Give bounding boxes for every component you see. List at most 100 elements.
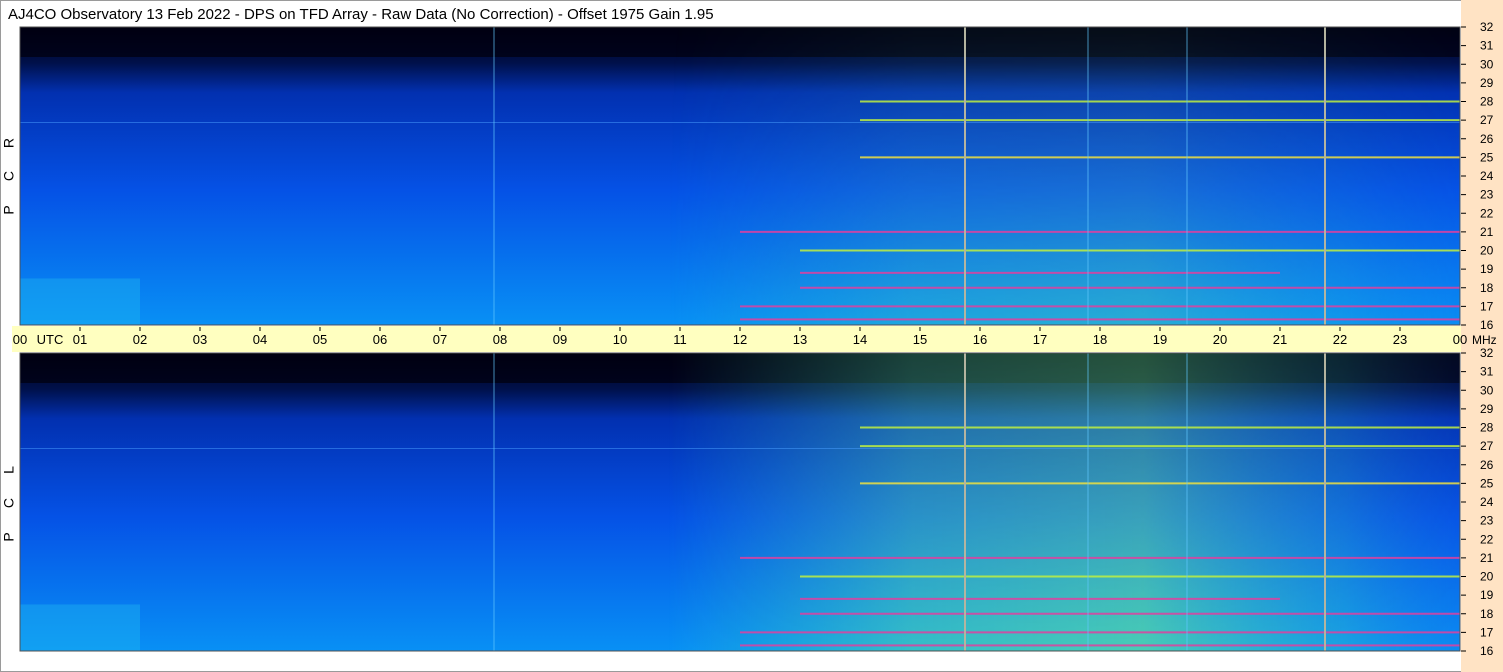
frequency-tick-label: 30 [1480,383,1494,397]
interference-line [1087,353,1089,651]
panel-label-letter: P [1,532,17,541]
time-tick-label: 10 [613,332,627,347]
frequency-tick-label: 17 [1480,299,1494,313]
time-tick-label: 04 [253,332,267,347]
band-16.3-mhz [740,318,1460,321]
vertical-marker [964,27,966,325]
frequency-tick-label: 32 [1480,20,1494,34]
panel-label-letter: L [1,466,17,474]
frequency-tick-label: 27 [1480,439,1494,453]
panel-label-letter: C [1,171,17,181]
interference-line [1186,353,1188,651]
early-glow [20,604,140,651]
band-27-faint [20,121,1460,123]
time-tick-label: 07 [433,332,447,347]
time-tick-label: 20 [1213,332,1227,347]
time-tick-label: 11 [673,332,687,347]
time-tick-label: 18 [1093,332,1107,347]
time-tick-label: 19 [1153,332,1167,347]
band-18.8-mhz [800,597,1280,600]
frequency-tick-label: 21 [1480,225,1494,239]
band-21-mhz [740,230,1460,233]
frequency-tick-label: 30 [1480,57,1494,71]
time-tick-label: 22 [1333,332,1347,347]
frequency-tick-label: 22 [1480,206,1494,220]
time-tick-label: 15 [913,332,927,347]
interference-line [493,353,495,651]
frequency-tick-label: 28 [1480,421,1494,435]
frequency-tick-label: 16 [1480,644,1494,658]
time-tick-label: 06 [373,332,387,347]
time-tick-label: 23 [1393,332,1407,347]
band-18.8-mhz [800,271,1280,274]
frequency-tick-label: 24 [1480,495,1494,509]
frequency-tick-label: 19 [1480,262,1494,276]
band-18-mhz [800,286,1460,289]
vertical-marker [1324,353,1326,651]
spectrogram-chart: AJ4CO Observatory 13 Feb 2022 - DPS on T… [0,0,1503,672]
time-tick-label: 16 [973,332,987,347]
band-16.3-mhz [740,644,1460,647]
band-20-mhz [800,249,1460,252]
frequency-tick-label: 20 [1480,244,1494,258]
frequency-tick-label: 23 [1480,514,1494,528]
time-tick-label: 14 [853,332,867,347]
panel-label-letter: C [1,498,17,508]
band-25-mhz [860,156,1460,159]
frequency-tick-label: 26 [1480,132,1494,146]
frequency-tick-label: 20 [1480,570,1494,584]
time-tick-label: 09 [553,332,567,347]
interference-line [1186,27,1188,325]
frequency-tick-label: 28 [1480,95,1494,109]
band-27-faint [20,447,1460,449]
panel-label-letter: P [1,205,17,214]
frequency-tick-label: 25 [1480,476,1494,490]
frequency-tick-label: 32 [1480,346,1494,360]
interference-line [1087,27,1089,325]
spectrogram-panel-2 [19,352,1461,652]
frequency-tick-label: 29 [1480,76,1494,90]
frequency-tick-label: 26 [1480,458,1494,472]
interference-line [493,27,495,325]
time-tick-label: 00 [13,332,27,347]
frequency-tick-label: 16 [1480,318,1494,332]
frequency-tick-label: 22 [1480,532,1494,546]
time-tick-label: 00 [1453,332,1467,347]
frequency-unit-label: MHz [1472,333,1497,347]
frequency-tick-label: 23 [1480,188,1494,202]
time-tick-label: 17 [1033,332,1047,347]
vertical-marker [1324,27,1326,325]
time-tick-label: 05 [313,332,327,347]
band-20-mhz [800,575,1460,578]
band-18-mhz [800,612,1460,615]
time-tick-label: 02 [133,332,147,347]
band-17-mhz [740,305,1460,308]
frequency-tick-label: 27 [1480,113,1494,127]
frequency-tick-label: 31 [1480,365,1494,379]
frequency-tick-label: 18 [1480,281,1494,295]
time-tick-label: 01 [73,332,87,347]
frequency-tick-label: 17 [1480,625,1494,639]
frequency-tick-label: 29 [1480,402,1494,416]
frequency-tick-label: 18 [1480,607,1494,621]
band-27-mhz [860,119,1460,122]
daytime-glow [20,353,1460,651]
spectrogram-panel-1 [19,26,1461,326]
early-glow [20,278,140,325]
vertical-marker [964,353,966,651]
band-25-mhz [860,482,1460,485]
time-tick-label: 08 [493,332,507,347]
band-28-mhz [860,426,1460,429]
time-tick-label: 13 [793,332,807,347]
frequency-tick-label: 24 [1480,169,1494,183]
time-tick-label: 21 [1273,332,1287,347]
frequency-tick-label: 21 [1480,551,1494,565]
panel-label-letter: R [1,138,17,148]
time-tick-label: UTC [37,332,64,347]
time-tick-label: 12 [733,332,747,347]
band-17-mhz [740,631,1460,634]
chart-title: AJ4CO Observatory 13 Feb 2022 - DPS on T… [8,6,714,23]
band-28-mhz [860,100,1460,103]
time-tick-label: 03 [193,332,207,347]
frequency-tick-label: 25 [1480,150,1494,164]
